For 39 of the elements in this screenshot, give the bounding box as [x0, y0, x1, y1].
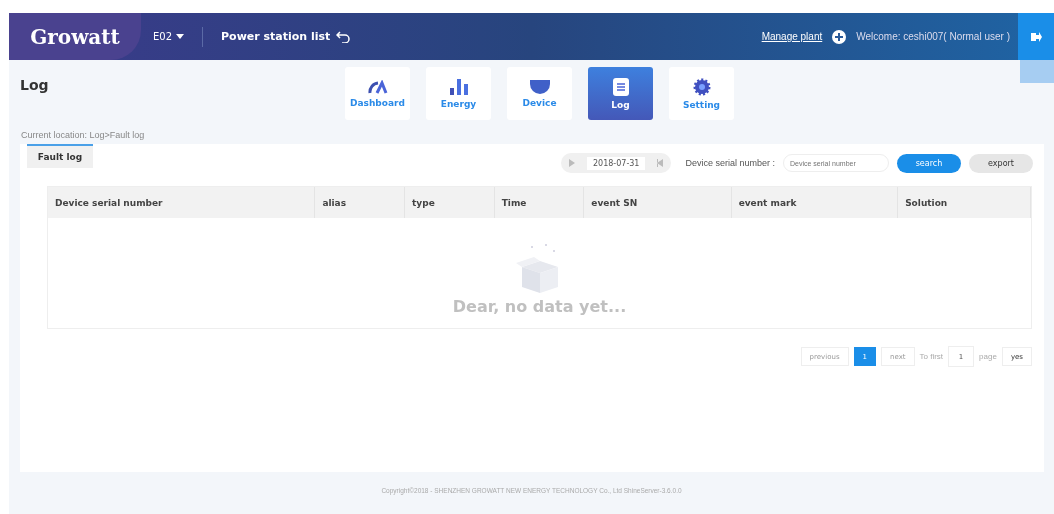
breadcrumb: Current location: Log>Fault log [20, 129, 146, 142]
next-icon[interactable] [657, 159, 664, 167]
column-header: event SN [584, 187, 732, 218]
power-station-list-link[interactable]: Power station list [215, 29, 357, 44]
column-header: event mark [731, 187, 899, 218]
nav-tile[interactable]: Energy [426, 67, 491, 120]
page-title: Log [19, 76, 50, 93]
nav-tile[interactable]: Dashboard [345, 67, 410, 120]
column-header: type [405, 187, 495, 218]
logout-button[interactable] [1018, 13, 1054, 60]
collapse-tab[interactable] [1020, 60, 1054, 83]
to-first-label: To first [919, 352, 944, 361]
column-header: Device serial number [48, 187, 316, 218]
serial-label: Device serial number : [685, 158, 775, 168]
page-label: page [979, 352, 997, 361]
logo[interactable]: Growatt [30, 24, 120, 49]
settings-icon [692, 77, 711, 96]
welcome-text: Welcome: ceshi007( Normal user ) [856, 31, 1010, 42]
empty-message: Dear, no data yet... [452, 297, 627, 316]
nav-tile[interactable]: Setting [669, 67, 734, 120]
bar-chart-icon [449, 78, 468, 95]
plant-dropdown[interactable]: E02 [147, 30, 191, 43]
tab[interactable]: Fault log [27, 144, 93, 168]
document-icon [612, 77, 629, 96]
logout-icon [1030, 31, 1042, 42]
nav-tile[interactable]: Log [588, 67, 653, 120]
column-header: Solution [898, 187, 1031, 218]
caret-icon [176, 34, 185, 39]
column-header: Time [494, 187, 585, 218]
date-picker[interactable]: 2018-07-31 [560, 153, 672, 173]
export-button[interactable]: export [969, 153, 1033, 173]
add-icon[interactable] [832, 29, 847, 44]
previous-icon[interactable] [568, 159, 575, 167]
nav-tile[interactable]: Device [507, 67, 572, 120]
dome-device-icon [529, 79, 550, 94]
gauge-icon [367, 79, 388, 94]
back-arrow-icon [336, 30, 351, 43]
manage-plant-link[interactable]: Manage plant [761, 31, 823, 42]
column-header: alias [315, 187, 406, 218]
